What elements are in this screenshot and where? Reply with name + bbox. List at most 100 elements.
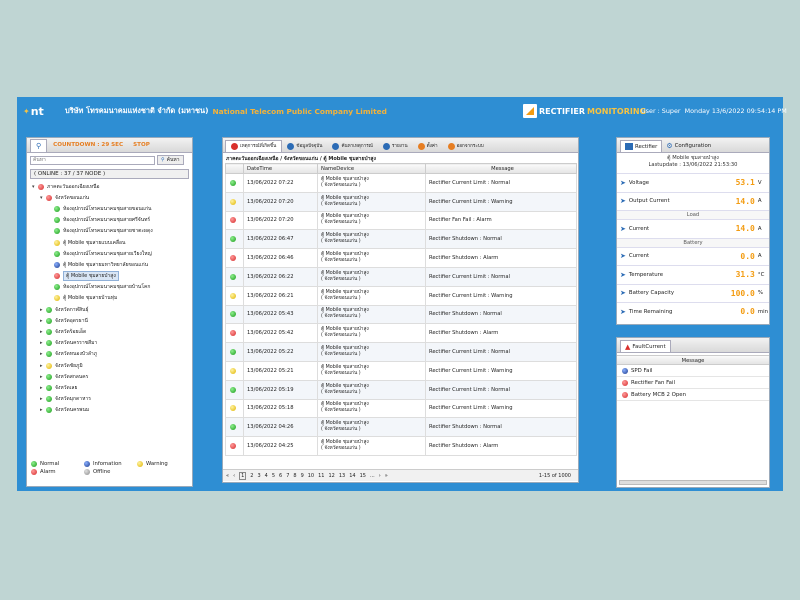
tab-search[interactable]: ค้นหาเหตุการณ์ [327,140,378,152]
metric-label: Time Remaining [628,308,673,315]
page-number[interactable]: 9 [301,473,304,479]
page-number[interactable]: 4 [265,473,268,479]
table-row[interactable]: 13/06/2022 05:18 ตู้ Mobile ชุมสายป่าสูง(… [225,398,577,419]
table-row[interactable]: 13/06/2022 05:19 ตู้ Mobile ชุมสายป่าสูง(… [225,379,577,400]
page-number[interactable]: 6 [279,473,282,479]
table-row[interactable]: 13/06/2022 07:22 ตู้ Mobile ชุมสายป่าสูง(… [225,173,577,193]
search-button[interactable]: ⚲ ค้นหา [157,155,184,165]
table-row[interactable]: 13/06/2022 04:25 ตู้ Mobile ชุมสายป่าสูง(… [225,436,577,456]
metric-value: 100.0 [730,288,755,298]
table-row[interactable]: 13/06/2022 06:47 ตู้ Mobile ชุมสายป่าสูง(… [225,229,577,250]
page-number[interactable]: 14 [349,473,355,479]
tree-node[interactable]: ▸ จังหวัดนครราชสีมา [32,338,192,349]
stop-button[interactable]: STOP [133,142,150,148]
tree-node[interactable]: ตู้ Mobile ชุมสายป่าสูง [32,271,192,282]
fault-item[interactable]: Battery MCB 2 Open [617,389,769,401]
metric-label: Temperature [628,271,664,278]
device-cell: ตู้ Mobile ชุมสายป่าสูง( จังหวัดขอนแก่น … [317,379,426,400]
table-row[interactable]: 13/06/2022 05:21 ตู้ Mobile ชุมสายป่าสูง(… [225,360,577,381]
tree-node[interactable]: ▸ จังหวัดหนองบัวลำภู [32,349,192,360]
message-cell: Rectifier Current Limit : Normal [425,379,577,400]
tab-rectifier[interactable]: Rectifier [620,140,663,152]
tree-node[interactable]: ▸ จังหวัดมุกดาหาร [32,394,192,405]
table-row[interactable]: 13/06/2022 06:22 ตู้ Mobile ชุมสายป่าสูง(… [225,266,577,287]
page-number[interactable]: 8 [293,473,296,479]
tree-node-label: จังหวัดขอนแก่น [55,194,90,201]
column-header-datetime[interactable]: DateTime [243,163,318,174]
tree-node[interactable]: ตู้ Mobile ชุมสายแบบเคลื่อน [32,237,192,248]
page-number[interactable]: 12 [329,473,335,479]
status-dot-icon [54,217,60,224]
table-row[interactable]: 13/06/2022 07:20 ตู้ Mobile ชุมสายป่าสูง(… [225,191,577,212]
tree-node[interactable]: ▾ จังหวัดขอนแก่น [32,192,192,203]
tab-gear[interactable]: ตั้งค่า [413,140,443,152]
tree-node[interactable]: ห้องอุปกรณ์โทรคมนาคมชุมสายศรีจันทร์ [32,215,192,226]
device-province: ( จังหวัดขอนแก่น ) [321,239,361,245]
device-province: ( จังหวัดขอนแก่น ) [321,220,361,226]
status-dot-icon [230,217,236,224]
tree-node[interactable]: ตู้ Mobile ชุมสายบ้านทุ่ม [32,293,192,304]
table-row[interactable]: 13/06/2022 05:43 ตู้ Mobile ชุมสายป่าสูง(… [225,304,577,325]
page-number[interactable]: 10 [308,473,314,479]
device-name: ตู้ Mobile ชุมสายป่าสูง [667,155,719,161]
last-page-button[interactable]: » [385,473,388,479]
tree-node[interactable]: ▸ จังหวัดร้อยเอ็ด [32,326,192,337]
tree-node-label: ห้องอุปกรณ์โทรคมนาคมชุมสายเวียงใหญ่ [63,250,152,257]
table-row[interactable]: 13/06/2022 06:21 ตู้ Mobile ชุมสายป่าสูง(… [225,285,577,306]
status-dot-icon [84,469,90,475]
page-number[interactable]: ... [370,473,375,479]
status-dot-icon [54,284,60,291]
column-header-message[interactable]: Message [425,163,577,174]
tree-node[interactable]: ▸ จังหวัดนครพนม [32,405,192,416]
column-header-device[interactable]: NameDevice [317,163,426,174]
next-page-button[interactable]: › [379,473,381,479]
tree-node[interactable]: ▸ จังหวัดสกลนคร [32,371,192,382]
page-number[interactable]: 3 [257,473,260,479]
fault-panel: ▲ FaultCurrent Message SPD Fail Rectifier … [616,337,770,488]
prev-page-button[interactable]: ‹ [233,473,235,479]
tab-fault-current[interactable]: ▲ FaultCurrent [620,340,671,352]
page-number[interactable]: 13 [339,473,345,479]
table-row[interactable]: 13/06/2022 06:46 ตู้ Mobile ชุมสายป่าสูง(… [225,248,577,268]
search-input[interactable] [30,155,155,165]
tree-node[interactable]: ▾ ภาคตะวันออกเฉียงเหนือ [32,181,192,192]
tab-configuration[interactable]: ⚙ Configuration [662,140,715,152]
tab-report[interactable]: รายงาน [378,140,413,152]
tree-node[interactable]: ห้องอุปกรณ์โทรคมนาคมชุมสายชาตะผดุง [32,226,192,237]
table-row[interactable]: 13/06/2022 07:20 ตู้ Mobile ชุมสายป่าสูง(… [225,210,577,231]
fault-item[interactable]: SPD Fail [617,365,769,377]
device-province: ( จังหวัดขอนแก่น ) [321,370,361,376]
gauge-icon: ➤ [620,252,626,261]
table-row[interactable]: 13/06/2022 05:22 ตู้ Mobile ชุมสายป่าสูง(… [225,342,577,362]
tree-node[interactable]: ตู้ Mobile ชุมสายมหาวิทยาลัยขอนแก่น [32,259,192,270]
table-row[interactable]: 13/06/2022 05:42 ตู้ Mobile ชุมสายป่าสูง(… [225,323,577,344]
tab-logout[interactable]: ออกจากระบบ [443,140,489,152]
tree-node[interactable]: ห้องอุปกรณ์โทรคมนาคมชุมสายขอนแก่น [32,203,192,214]
fault-item[interactable]: Rectifier Fan Fail [617,377,769,389]
tree-node[interactable]: ▸ จังหวัดชัยภูมิ [32,360,192,371]
page-number[interactable]: 15 [360,473,366,479]
page-number[interactable]: 5 [272,473,275,479]
page-number[interactable]: 11 [318,473,324,479]
tree-node[interactable]: ▸ จังหวัดกาฬสินธุ์ [32,304,192,315]
page-number[interactable]: 7 [286,473,289,479]
tree-node[interactable]: ▸ จังหวัดเลย [32,382,192,393]
event-table: DateTime NameDevice Message 13/06/2022 0… [225,163,577,456]
tree-node[interactable]: ห้องอุปกรณ์โทรคมนาคมชุมสายบ้านโคก [32,282,192,293]
table-row[interactable]: 13/06/2022 04:26 ตู้ Mobile ชุมสายป่าสูง(… [225,417,577,438]
tree-node[interactable]: ห้องอุปกรณ์โทรคมนาคมชุมสายเวียงใหญ่ [32,248,192,259]
logo-mark-icon: ✦ [23,106,30,116]
tab-search[interactable]: ⚲ [30,139,48,152]
node-tree: ▾ ภาคตะวันออกเฉียงเหนือ ▾ จังหวัดขอนแก่น ห้อ… [27,181,192,416]
device-cell: ตู้ Mobile ชุมสายป่าสูง( จังหวัดขอนแก่น … [317,229,426,250]
page-number[interactable]: 1 [239,471,247,480]
tab-gauge[interactable]: ข้อมูลปัจจุบัน [282,140,327,152]
message-cell: Rectifier Current Limit : Warning [425,191,577,212]
horizontal-scrollbar[interactable] [619,480,767,485]
record-count: 1-15 of 1000 [538,472,571,479]
first-page-button[interactable]: « [226,473,229,479]
tree-node[interactable]: ▸ จังหวัดอุดรธานี [32,315,192,326]
search-icon [332,142,340,150]
page-number[interactable]: 2 [250,473,253,479]
tab-alarm[interactable]: เหตุการณ์ที่เกิดขึ้น [225,140,283,152]
